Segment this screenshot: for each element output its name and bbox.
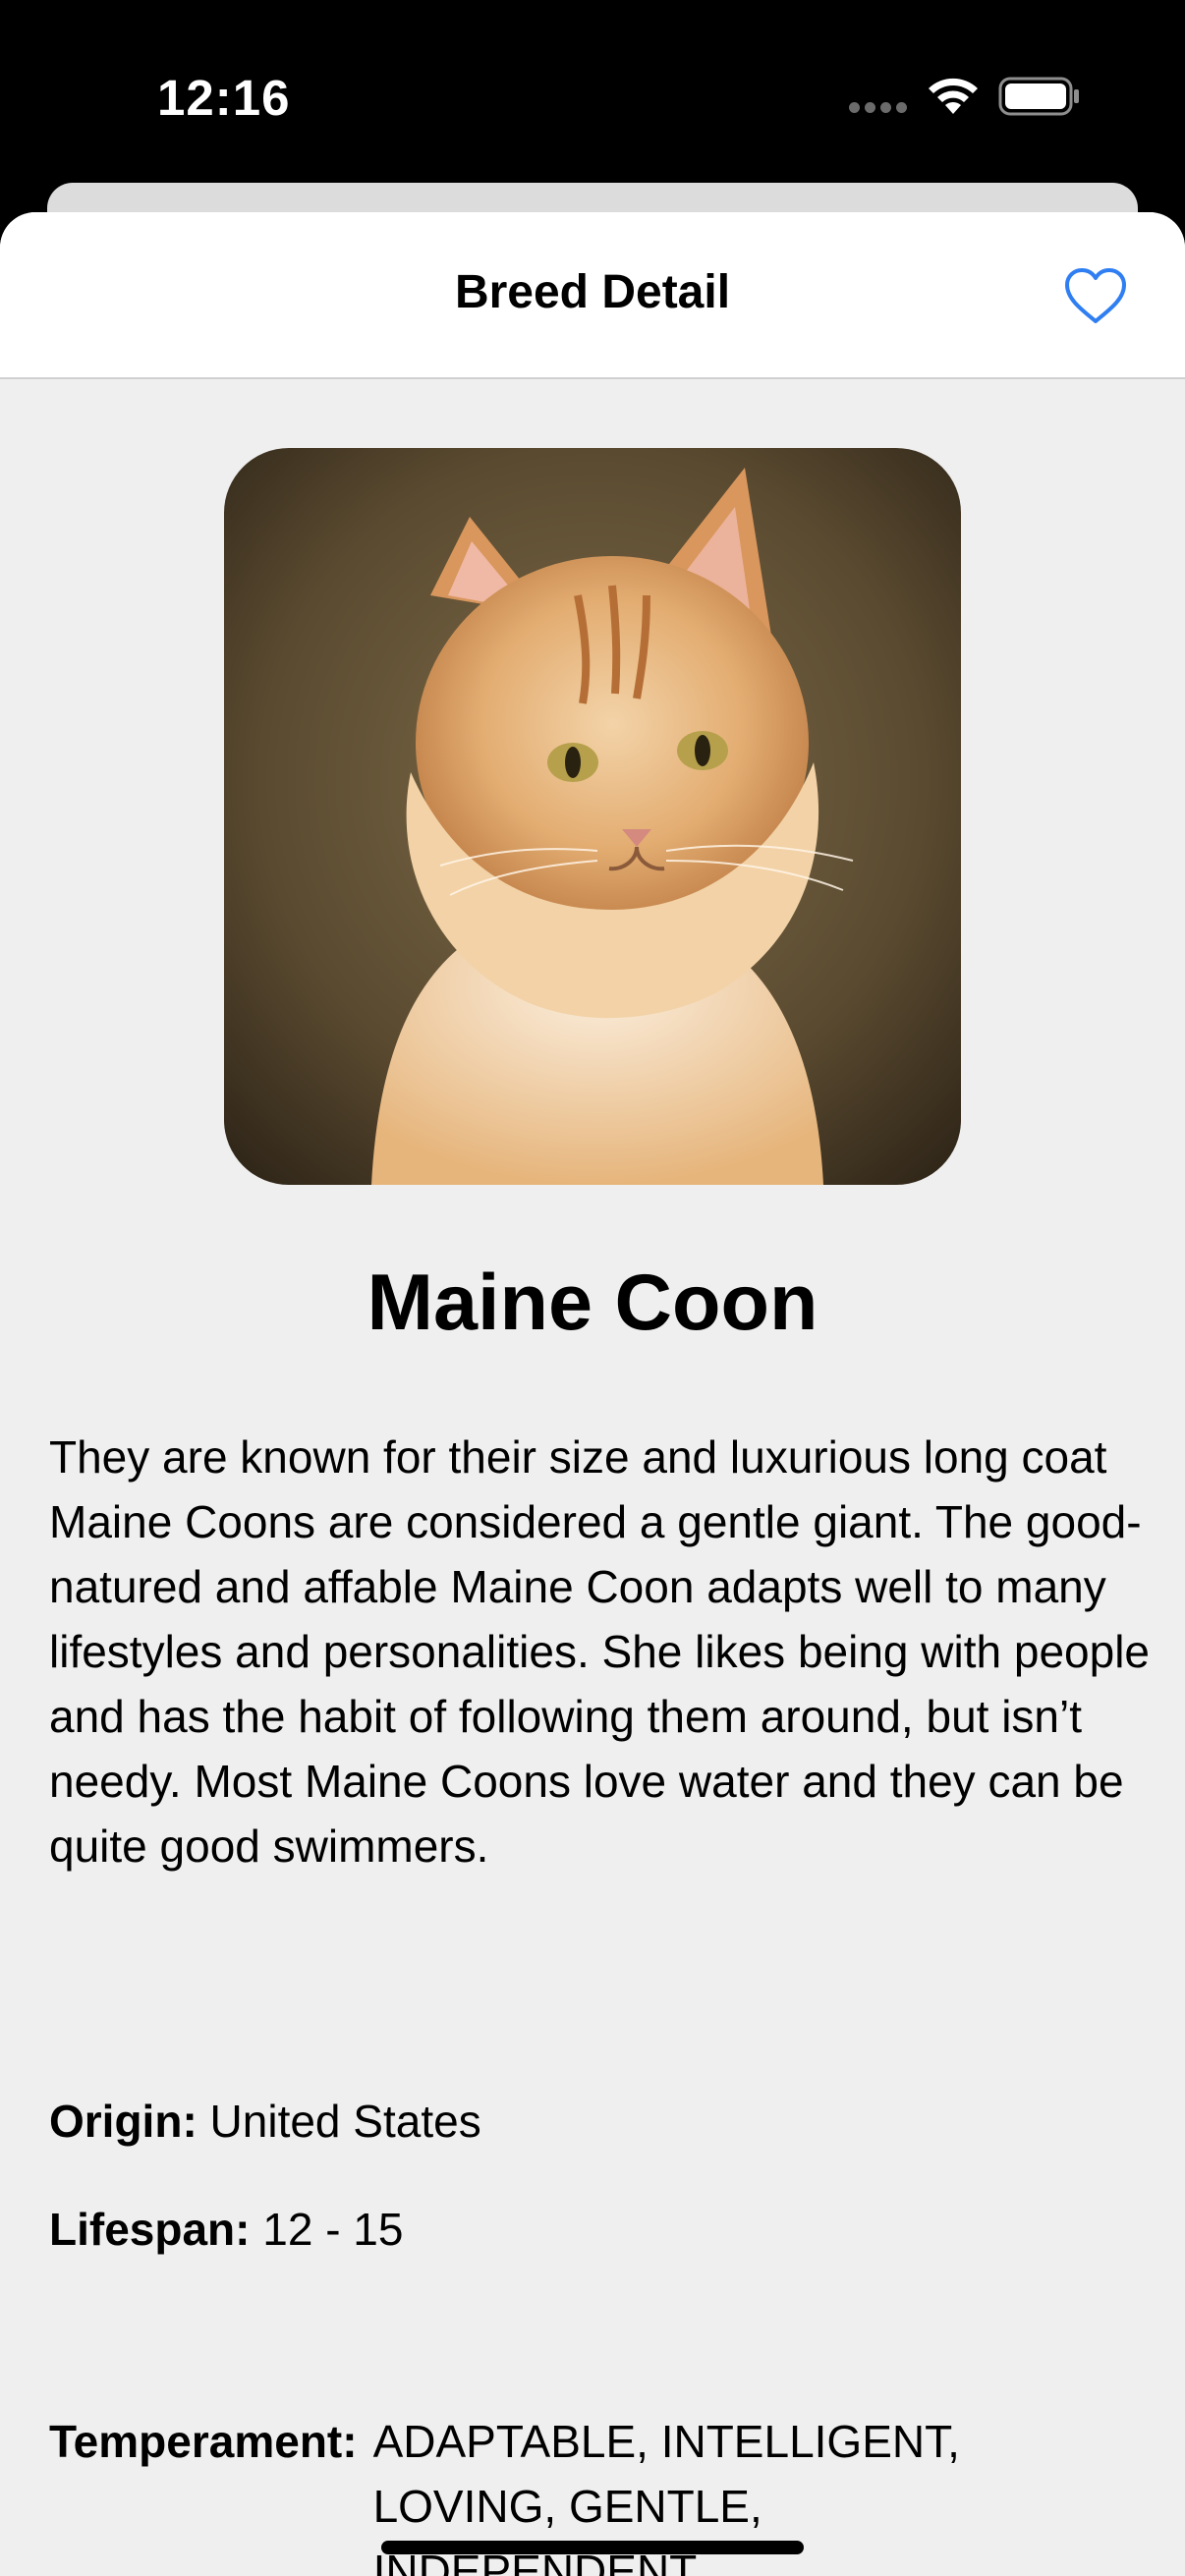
temperament-label: Temperament:: [49, 2416, 358, 2467]
origin-row: Origin: United States: [49, 2089, 481, 2154]
breed-detail-sheet: Breed Detail Maine Coon They are known f…: [0, 212, 1185, 2576]
status-time: 12:16: [157, 70, 291, 126]
page-title: Breed Detail: [454, 266, 731, 318]
origin-value: United States: [209, 2096, 481, 2147]
cellular-signal-icon: [849, 102, 908, 116]
lifespan-row: Lifespan: 12 - 15: [49, 2197, 403, 2262]
wifi-icon: [929, 78, 978, 114]
battery-icon: [998, 77, 1079, 116]
navigation-bar: Breed Detail: [0, 212, 1185, 379]
lifespan-value: 12 - 15: [262, 2204, 404, 2255]
lifespan-label: Lifespan:: [49, 2204, 251, 2255]
breed-description: They are known for their size and luxuri…: [49, 1431, 1150, 1872]
origin-label: Origin:: [49, 2096, 198, 2147]
favorite-button[interactable]: [1059, 259, 1132, 332]
heart-outline-icon: [1065, 268, 1126, 323]
status-bar: 12:16: [0, 0, 1185, 187]
home-indicator[interactable]: [381, 2541, 804, 2554]
breed-name: Maine Coon: [367, 1259, 818, 1347]
breed-image: [224, 448, 961, 1185]
